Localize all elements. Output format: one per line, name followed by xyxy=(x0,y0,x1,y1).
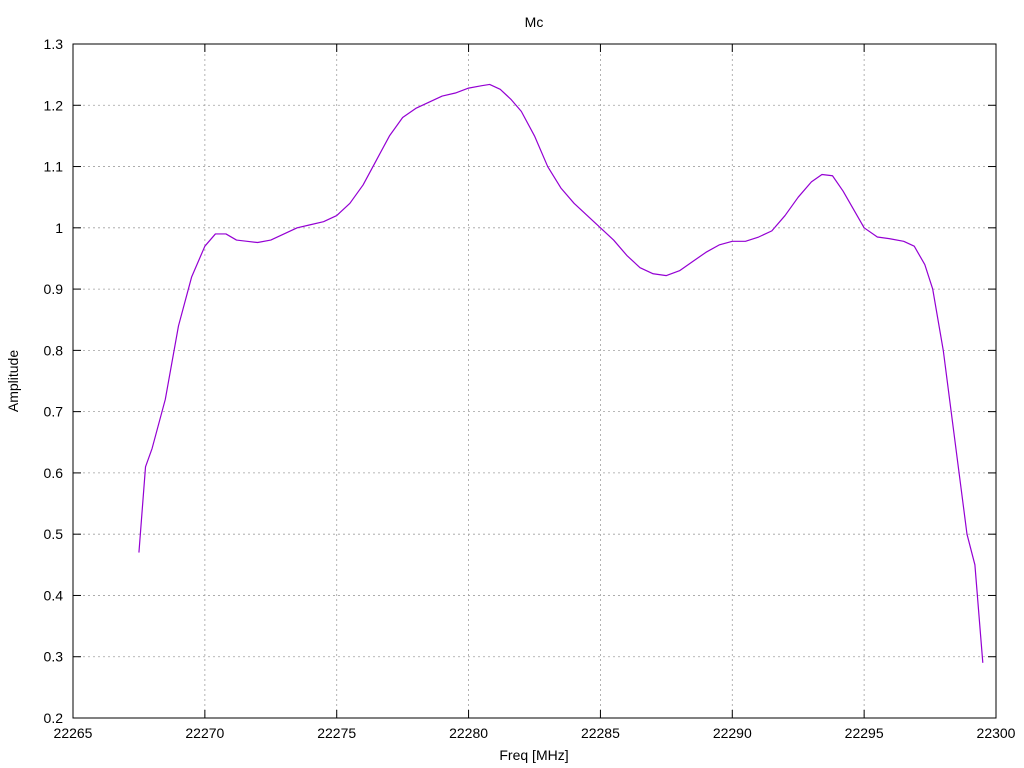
y-tick-label: 0.3 xyxy=(44,649,64,665)
series-layer xyxy=(138,83,984,663)
y-tick-label: 1.1 xyxy=(44,159,64,175)
y-tick-label: 1 xyxy=(55,220,63,236)
line-chart: 22265 22270 22275 22280 22285 22290 22295 22300… xyxy=(5,14,1016,763)
x-tick-label: 22300 xyxy=(977,725,1016,741)
chart-container: 22265 22270 22275 22280 22285 22290 22295 22300… xyxy=(0,0,1024,768)
x-axis-title: Freq [MHz] xyxy=(499,747,568,763)
y-tick-label: 1.2 xyxy=(44,97,64,113)
x-tick-label: 22270 xyxy=(185,725,224,741)
y-tick-label: 0.4 xyxy=(44,587,64,603)
tick-label-layer: 22265 22270 22275 22280 22285 22290 22295 22300… xyxy=(44,36,1016,741)
grid-layer xyxy=(73,44,996,718)
x-tick-label: 22285 xyxy=(581,725,620,741)
y-tick-label: 1.3 xyxy=(44,36,64,52)
plot-frame xyxy=(72,43,997,719)
y-axis-title: Amplitude xyxy=(5,350,21,412)
y-tick-label: 0.6 xyxy=(44,465,64,481)
x-tick-label: 22275 xyxy=(317,725,356,741)
y-tick-label: 0.8 xyxy=(44,342,64,358)
x-tick-label: 22295 xyxy=(845,725,884,741)
series-line-0 xyxy=(138,83,984,663)
chart-title: Mc xyxy=(525,14,544,30)
y-tick-label: 0.9 xyxy=(44,281,64,297)
x-tick-label: 22280 xyxy=(449,725,488,741)
y-tick-label: 0.7 xyxy=(44,404,64,420)
y-tick-label: 0.2 xyxy=(44,710,64,726)
tick-layer xyxy=(72,43,997,719)
y-tick-label: 0.5 xyxy=(44,526,64,542)
x-tick-label: 22290 xyxy=(713,725,752,741)
x-tick-label: 22265 xyxy=(54,725,93,741)
